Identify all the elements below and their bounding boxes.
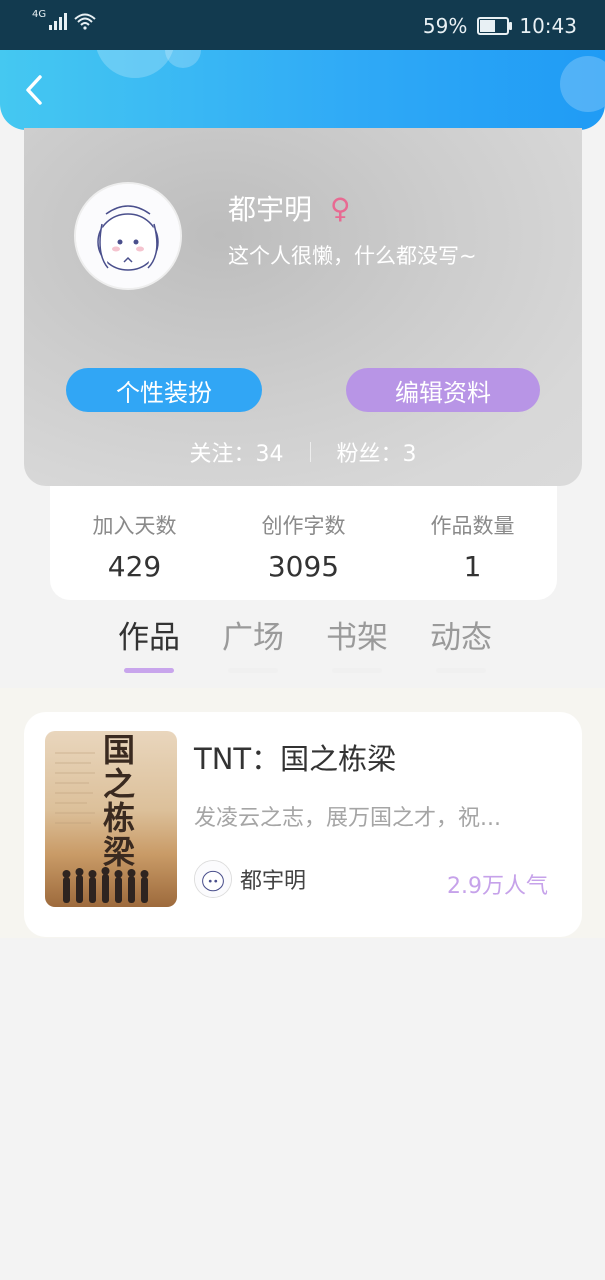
followers-count[interactable]: 粉丝：3 [337, 436, 417, 468]
stat-value: 3095 [267, 550, 340, 583]
dress-up-button[interactable]: 个性装扮 [66, 368, 262, 412]
book-popularity: 2.9万人气 [447, 874, 548, 899]
tab-bookshelf[interactable]: 书架 [322, 612, 392, 673]
back-button[interactable] [16, 72, 52, 108]
stat-works-count: 作品数量 1 [388, 486, 557, 600]
tab-label: 作品 [118, 620, 180, 656]
book-author[interactable]: 都宇明 [194, 860, 306, 898]
tab-activity[interactable]: 动态 [426, 612, 496, 673]
tab-label: 动态 [430, 620, 492, 656]
tab-works[interactable]: 作品 [114, 612, 184, 673]
battery-percent: 59% [422, 14, 468, 38]
battery-icon [477, 17, 513, 35]
book-description: 发凌云之志，展万国之才，祝... [194, 806, 501, 831]
stat-value: 429 [107, 550, 162, 583]
edit-profile-button[interactable]: 编辑资料 [346, 368, 540, 412]
avatar[interactable] [74, 182, 182, 290]
stat-label: 加入天数 [92, 514, 177, 538]
follow-stats: 关注：34 粉丝：3 [24, 436, 582, 468]
user-name-row: 都宇明 ♀ [228, 188, 351, 228]
profile-card: 都宇明 ♀ 这个人很懒，什么都没写~ 个性装扮 编辑资料 关注：34 粉丝：3 [24, 128, 582, 486]
user-bio: 这个人很懒，什么都没写~ [228, 244, 477, 268]
signal-icon [49, 12, 68, 30]
header-bar [0, 50, 605, 130]
following-count[interactable]: 关注：34 [190, 436, 284, 468]
book-title[interactable]: TNT：国之栋梁 [194, 736, 396, 778]
tab-label: 广场 [222, 620, 284, 656]
stat-label: 创作字数 [261, 514, 346, 538]
female-icon: ♀ [330, 191, 351, 225]
tab-indicator [228, 668, 278, 673]
chevron-left-icon [26, 75, 42, 105]
stat-word-count: 创作字数 3095 [219, 486, 388, 600]
tab-indicator [124, 668, 174, 673]
author-avatar-image [195, 861, 231, 897]
network-type: 4G [32, 9, 47, 20]
stat-value: 1 [463, 550, 482, 583]
status-left: 4G [32, 9, 97, 30]
tab-label: 书架 [326, 620, 388, 656]
book-cover[interactable]: 国之栋梁 [45, 731, 177, 907]
cover-title: 国之栋梁 [103, 731, 136, 871]
author-name: 都宇明 [240, 869, 307, 894]
status-bar: 4G 59% 10:43 [0, 0, 605, 50]
tab-bar: 作品 广场 书架 动态 [114, 612, 496, 673]
stat-label: 作品数量 [430, 514, 515, 538]
book-card[interactable]: 国之栋梁 TNT：国之栋梁 发凌云之志，展万国之才，祝... 都宇明 2.9万人… [24, 712, 582, 937]
stat-join-days: 加入天数 429 [50, 486, 219, 600]
tab-indicator [332, 668, 382, 673]
status-right: 59% 10:43 [423, 14, 577, 38]
wifi-icon [74, 13, 96, 30]
avatar-image [76, 184, 180, 288]
user-name: 都宇明 [228, 193, 313, 226]
divider [309, 442, 311, 462]
user-stats: 加入天数 429 创作字数 3095 作品数量 1 [50, 486, 557, 600]
tab-plaza[interactable]: 广场 [218, 612, 288, 673]
tab-indicator [436, 668, 486, 673]
author-avatar [194, 860, 232, 898]
clock: 10:43 [519, 14, 577, 38]
